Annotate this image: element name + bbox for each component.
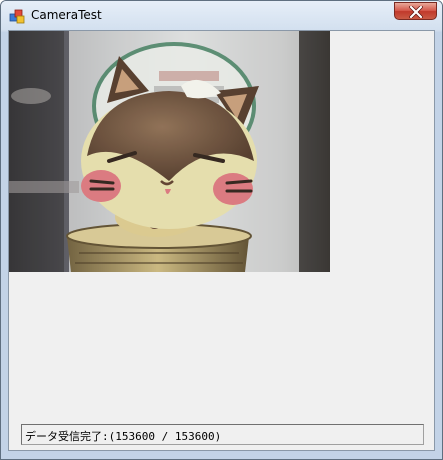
title-bar[interactable]: CameraTest xyxy=(1,1,442,30)
camera-preview xyxy=(9,31,330,272)
close-button[interactable] xyxy=(394,2,437,20)
window-title: CameraTest xyxy=(31,8,102,22)
status-text: データ受信完了:(153600 / 153600) xyxy=(25,430,222,443)
app-window: CameraTest データ受信完了:(153600 / 153600) xyxy=(0,0,443,460)
app-icon[interactable] xyxy=(9,8,25,24)
camera-image xyxy=(9,31,330,272)
status-field: データ受信完了:(153600 / 153600) xyxy=(21,424,424,445)
close-icon xyxy=(408,5,424,19)
client-area: データ受信完了:(153600 / 153600) xyxy=(8,30,435,451)
